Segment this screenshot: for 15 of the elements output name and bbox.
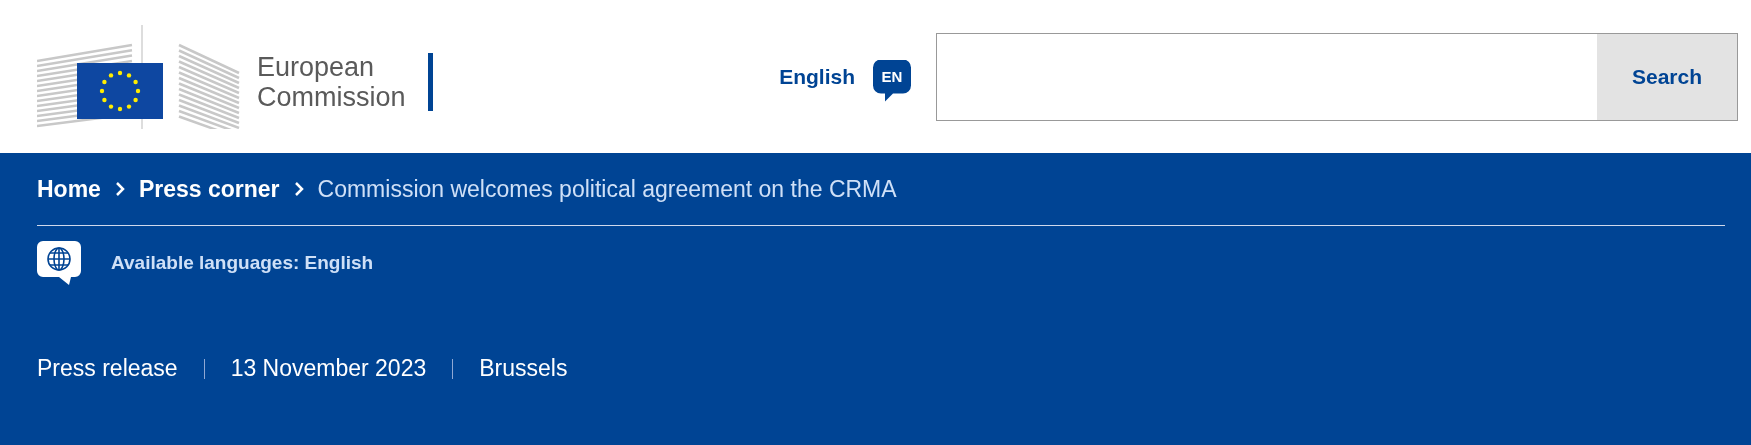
logo-text: European Commission	[257, 50, 406, 112]
breadcrumb-link[interactable]: Press corner	[138, 175, 280, 203]
available-languages: Available languages: English	[111, 252, 374, 274]
search-button[interactable]: Search	[1597, 33, 1737, 120]
meta-text: Press release	[37, 355, 178, 382]
chevron-icon	[293, 181, 304, 197]
breadcrumb-link[interactable]: Commission welcomes political agreement on the CRMA	[317, 175, 897, 203]
chevron-icon	[114, 181, 125, 197]
meta-text: Brussels	[479, 355, 568, 382]
breadcrumb-link[interactable]: Home	[37, 175, 101, 203]
search-field[interactable]: Search	[936, 32, 1738, 121]
meta-text: 13 November 2023	[230, 355, 427, 382]
language-badge: EN	[873, 59, 911, 102]
language-link[interactable]: English EN	[779, 51, 911, 102]
globe-icon	[37, 241, 81, 285]
